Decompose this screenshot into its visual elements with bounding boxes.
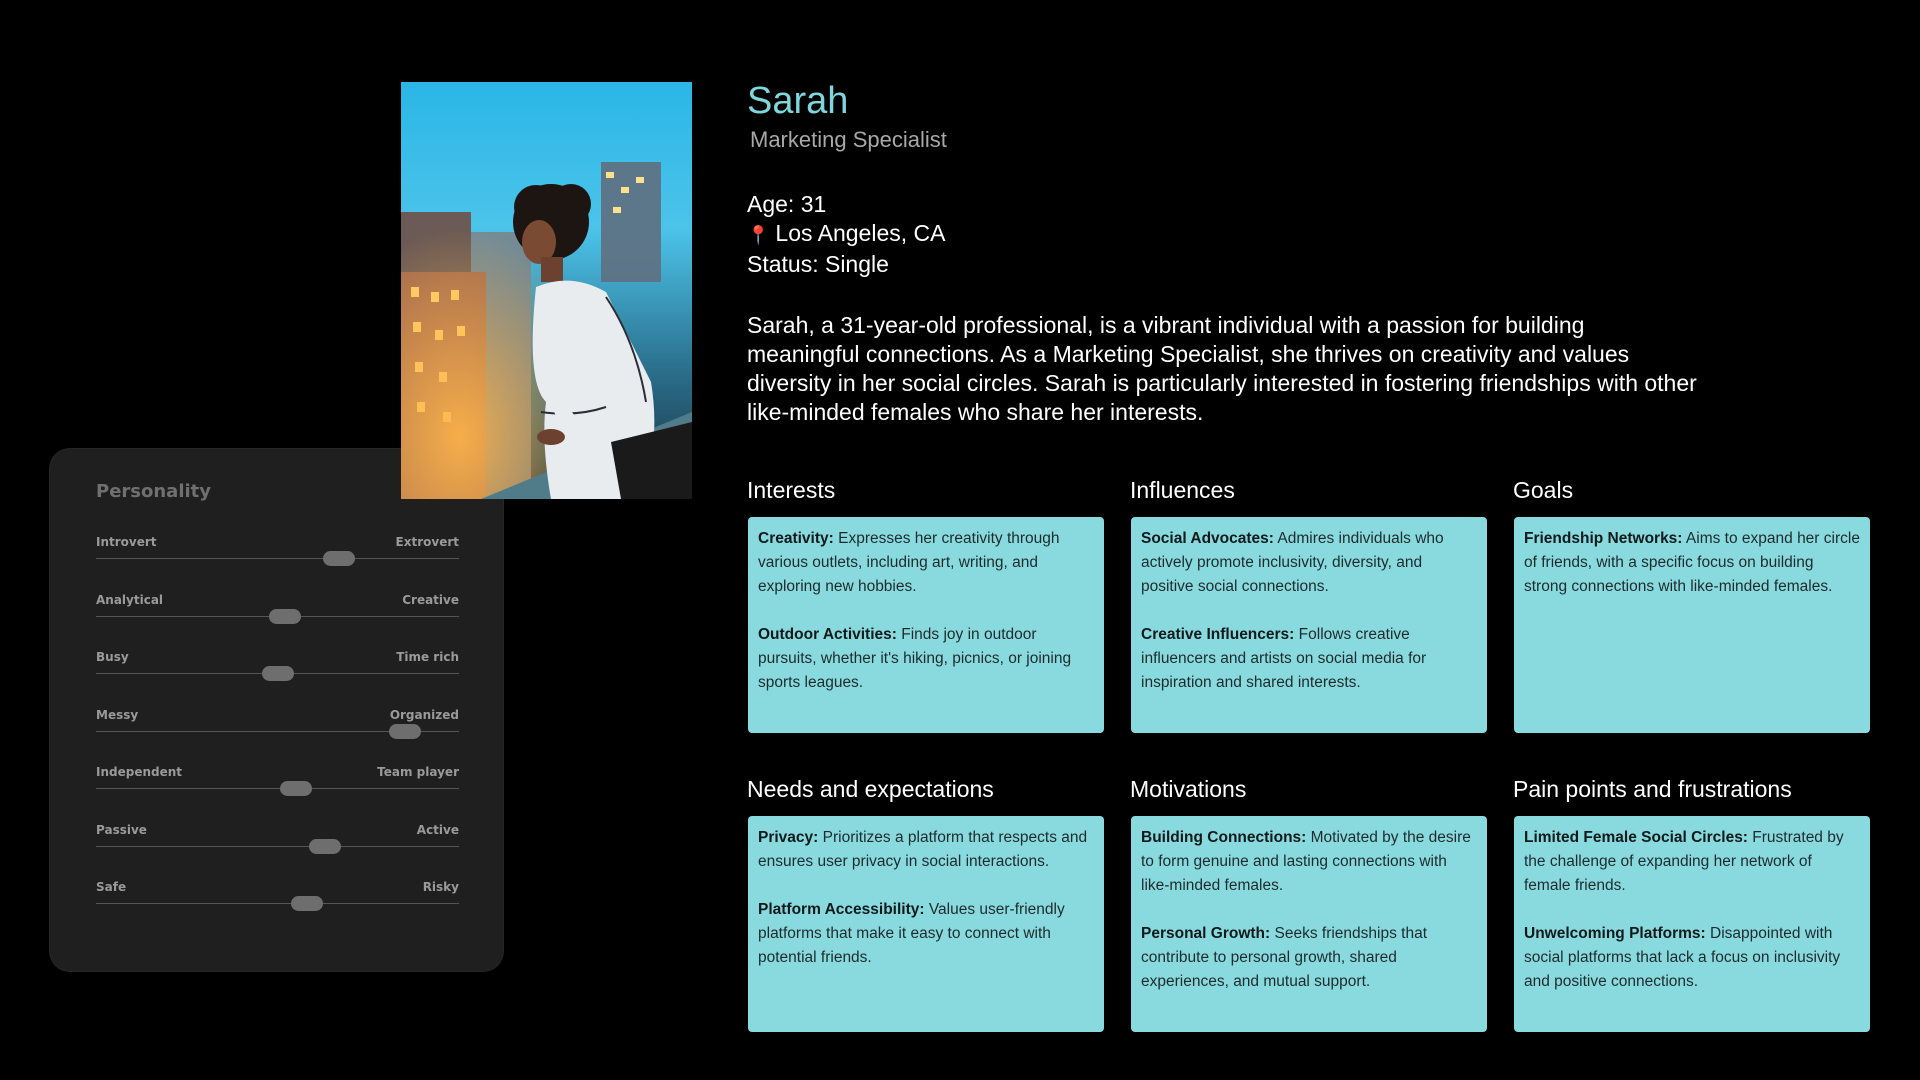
card-item: Building Connections: Motivated by the d… bbox=[1141, 829, 1471, 894]
persona-bio: Sarah, a 31-year-old professional, is a … bbox=[747, 312, 1697, 425]
trait-right-label: Organized bbox=[389, 707, 459, 722]
pin-icon: 📍 bbox=[747, 225, 770, 245]
persona-status: Status: Single bbox=[747, 251, 889, 277]
persona-age: Age: 31 bbox=[747, 191, 827, 217]
trait-left-label: Messy bbox=[96, 707, 139, 722]
trait-thumb bbox=[308, 838, 341, 854]
trait-thumb bbox=[261, 666, 294, 681]
persona-location: Los Angeles, CA bbox=[775, 220, 946, 246]
trait-thumb bbox=[279, 781, 312, 796]
card-item: Privacy: Prioritizes a platform that res… bbox=[758, 829, 1088, 870]
trait-thumb bbox=[268, 608, 301, 624]
trait-slider: Busy Time rich bbox=[96, 650, 459, 700]
pain-points-title: Pain points and frustrations bbox=[1513, 776, 1792, 802]
trait-track bbox=[96, 558, 459, 559]
needs-title: Needs and expectations bbox=[747, 776, 994, 802]
influences-card: Social Advocates: Admires individuals wh… bbox=[1131, 517, 1487, 733]
trait-thumb bbox=[323, 551, 356, 566]
personality-panel: Personality Introvert Extrovert Analytical… bbox=[50, 449, 503, 971]
persona-facts: Age: 31 📍 Los Angeles, CA Status: Single bbox=[747, 190, 945, 279]
trait-left-label: Analytical bbox=[96, 592, 164, 607]
trait-track bbox=[96, 788, 459, 789]
trait-left-label: Safe bbox=[96, 880, 127, 894]
trait-slider: Independent Team player bbox=[96, 765, 459, 815]
trait-left-label: Passive bbox=[96, 822, 147, 837]
pain-points-card: Limited Female Social Circles: Frustrate… bbox=[1514, 816, 1870, 1032]
trait-track bbox=[96, 845, 459, 847]
needs-card: Privacy: Prioritizes a platform that res… bbox=[748, 816, 1104, 1032]
goals-title: Goals bbox=[1513, 477, 1574, 503]
card-item: Creativity: Expresses her creativity thr… bbox=[758, 530, 1060, 595]
personality-title: Personality bbox=[96, 481, 211, 502]
interests-card: Creativity: Expresses her creativity thr… bbox=[748, 517, 1104, 733]
goals-card: Friendship Networks: Aims to expand her … bbox=[1514, 517, 1870, 733]
card-item: Outdoor Activities: Finds joy in outdoor… bbox=[758, 626, 1072, 691]
persona-location-row: 📍 Los Angeles, CA bbox=[747, 219, 945, 250]
trait-track bbox=[96, 903, 459, 904]
motivations-card: Building Connections: Motivated by the d… bbox=[1131, 816, 1487, 1032]
trait-thumb bbox=[290, 896, 323, 911]
trait-left-label: Independent bbox=[96, 765, 183, 779]
card-item: Platform Accessibility: Values user-frie… bbox=[758, 901, 1065, 966]
trait-right-label: Creative bbox=[402, 592, 459, 607]
trait-right-label: Extrovert bbox=[395, 535, 459, 549]
trait-slider: Passive Active bbox=[96, 823, 459, 873]
card-item: Social Advocates: Admires individuals wh… bbox=[1141, 530, 1444, 595]
persona-role: Marketing Specialist bbox=[750, 127, 947, 152]
trait-right-label: Risky bbox=[422, 880, 459, 894]
card-item: Limited Female Social Circles: Frustrate… bbox=[1524, 829, 1844, 894]
card-item: Unwelcoming Platforms: Disappointed with… bbox=[1524, 925, 1841, 990]
trait-thumb bbox=[388, 723, 421, 739]
trait-slider: Introvert Extrovert bbox=[96, 535, 459, 585]
interests-title: Interests bbox=[747, 477, 836, 503]
trait-right-label: Team player bbox=[377, 765, 459, 779]
card-item: Personal Growth: Seeks friendships that … bbox=[1141, 925, 1428, 990]
trait-right-label: Active bbox=[416, 822, 459, 837]
trait-left-label: Busy bbox=[96, 650, 129, 664]
influences-title: Influences bbox=[1130, 477, 1235, 503]
card-item: Friendship Networks: Aims to expand her … bbox=[1524, 530, 1860, 595]
persona-name: Sarah bbox=[747, 80, 849, 122]
trait-right-label: Time rich bbox=[396, 650, 459, 664]
trait-slider: Analytical Creative bbox=[96, 593, 459, 643]
motivations-title: Motivations bbox=[1130, 776, 1247, 802]
trait-slider: Safe Risky bbox=[96, 880, 459, 930]
trait-slider: Messy Organized bbox=[96, 708, 459, 758]
card-item: Creative Influencers: Follows creative i… bbox=[1141, 626, 1427, 691]
trait-left-label: Introvert bbox=[96, 535, 157, 549]
profile-photo bbox=[401, 82, 692, 499]
persona-page: Personality Introvert Extrovert Analytical… bbox=[0, 0, 1920, 1080]
